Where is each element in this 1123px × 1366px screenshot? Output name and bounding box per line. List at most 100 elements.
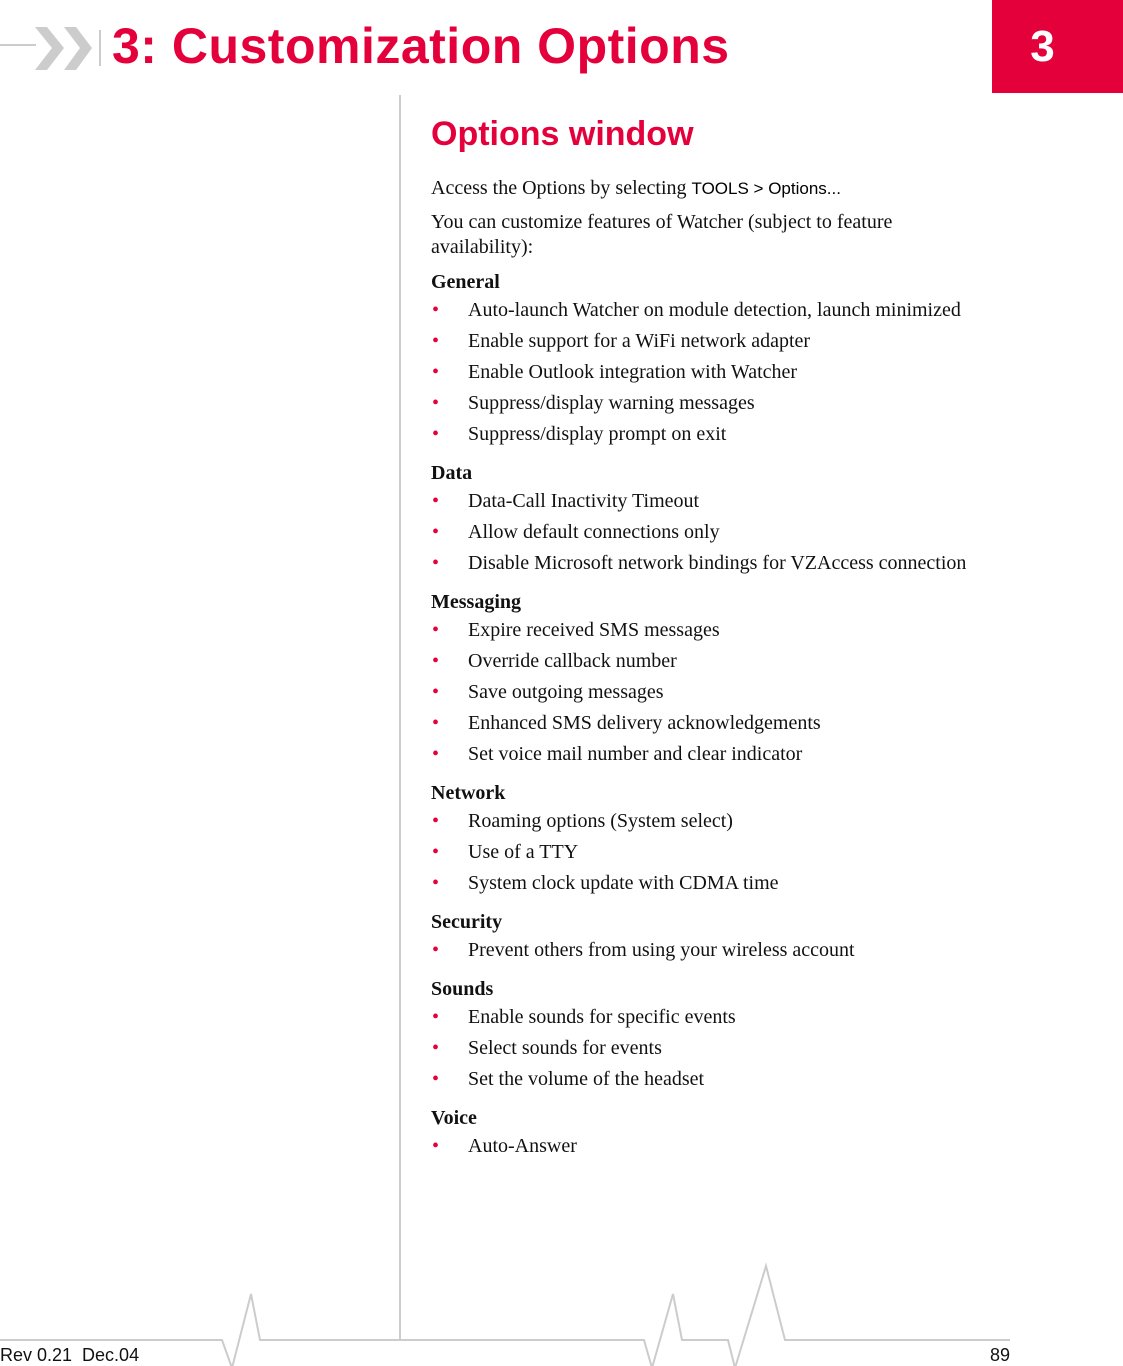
footer-wave-line — [0, 1262, 1010, 1366]
intro-text: Access the Options by selecting — [431, 177, 692, 199]
bullet-icon: • — [432, 841, 440, 863]
bullet-list: • Enable sounds for specific events • Selec… — [431, 1005, 971, 1092]
list-item: • Enable support for a WiFi network adapt… — [431, 329, 971, 354]
page-number: 89 — [989, 1345, 1010, 1365]
list-item-text: Data-Call Inactivity Timeout — [468, 490, 700, 512]
list-item: • Enable Outlook integration with Watcher — [431, 360, 971, 385]
intro-paragraph: Access the Options by selecting TOOLS > … — [431, 176, 971, 201]
option-groups: General • Auto-launch Watcher on module de… — [431, 270, 971, 1159]
bullet-icon: • — [432, 521, 440, 543]
bullet-icon: • — [432, 650, 440, 672]
bullet-icon: • — [432, 810, 440, 832]
bullet-icon: • — [432, 939, 440, 961]
menu-path: TOOLS > Options... — [691, 179, 841, 198]
bullet-list: • Auto-Answer — [431, 1134, 971, 1159]
list-item-text: Auto-Answer — [468, 1135, 577, 1157]
list-item: • Disable Microsoft network bindings for … — [431, 551, 971, 576]
section-title: Options window — [431, 115, 694, 153]
list-item-text: Expire received SMS messages — [468, 619, 720, 641]
chapter-number-tab: 3 — [992, 0, 1123, 93]
list-item: • Allow default connections only — [431, 520, 971, 545]
option-group-messaging: Messaging • Expire received SMS messages • O… — [431, 590, 971, 767]
group-label: Data — [431, 462, 473, 484]
group-label: Security — [431, 911, 503, 933]
main-content: Options window Access the Options by sel… — [431, 108, 971, 1165]
list-item-text: System clock update with CDMA time — [468, 872, 779, 894]
bullet-icon: • — [432, 872, 440, 894]
list-item: • Set voice mail number and clear indicat… — [431, 742, 971, 767]
list-item: • Enable sounds for specific events — [431, 1005, 971, 1030]
list-item-text: Roaming options (System select) — [468, 810, 733, 832]
group-label: Voice — [431, 1107, 477, 1129]
bullet-icon: • — [432, 423, 440, 445]
list-item-text: Disable Microsoft network bindings for V… — [468, 552, 967, 574]
double-chevron-right-icon — [35, 27, 92, 70]
group-label: General — [431, 271, 500, 293]
bullet-icon: • — [432, 619, 440, 641]
list-item: • Expire received SMS messages — [431, 618, 971, 643]
list-item: • Auto-launch Watcher on module detection… — [431, 298, 971, 323]
bullet-icon: • — [432, 1006, 440, 1028]
bullet-list: • Roaming options (System select) • Use of … — [431, 809, 971, 896]
option-group-network: Network • Roaming options (System select) •… — [431, 781, 971, 896]
bullet-icon: • — [432, 361, 440, 383]
group-label: Messaging — [431, 591, 521, 613]
list-item: • Prevent others from using your wireless… — [431, 938, 971, 963]
chapter-title: 3: Customization Options — [112, 18, 730, 74]
bullet-list: • Expire received SMS messages • Override c… — [431, 618, 971, 767]
revision-label: Rev 0.21 Dec.04 — [0, 1345, 140, 1365]
bullet-icon: • — [432, 743, 440, 765]
list-item-text: Auto-launch Watcher on module detection,… — [468, 299, 961, 321]
bullet-list: • Data-Call Inactivity Timeout • Allow defa… — [431, 489, 971, 576]
bullet-icon: • — [432, 330, 440, 352]
bullet-icon: • — [432, 712, 440, 734]
list-item-text: Enable support for a WiFi network adapte… — [468, 330, 811, 352]
list-item: • Set the volume of the headset — [431, 1067, 971, 1092]
column-divider — [399, 95, 401, 1340]
group-label: Network — [431, 782, 506, 804]
bullet-icon: • — [432, 392, 440, 414]
list-item-text: Save outgoing messages — [468, 681, 664, 703]
option-group-general: General • Auto-launch Watcher on module de… — [431, 270, 971, 447]
group-label: Sounds — [431, 978, 494, 1000]
header-decoration — [0, 27, 101, 70]
list-item: • Use of a TTY — [431, 840, 971, 865]
bullet-icon: • — [432, 1068, 440, 1090]
footer-waveform — [0, 1250, 1010, 1366]
bullet-list: • Prevent others from using your wireless… — [431, 938, 971, 963]
option-group-security: Security • Prevent others from using your … — [431, 910, 971, 963]
bullet-icon: • — [432, 552, 440, 574]
list-item: • Suppress/display prompt on exit — [431, 422, 971, 447]
list-item-text: Override callback number — [468, 650, 677, 672]
option-group-data: Data • Data-Call Inactivity Timeout • Allow … — [431, 461, 971, 576]
list-item-text: Enable sounds for specific events — [468, 1006, 736, 1028]
list-item-text: Enhanced SMS delivery acknowledgements — [468, 712, 821, 734]
list-item: • Override callback number — [431, 649, 971, 674]
list-item-text: Suppress/display prompt on exit — [468, 423, 727, 445]
list-item-text: Suppress/display warning messages — [468, 392, 755, 414]
list-item-text: Select sounds for events — [468, 1037, 662, 1059]
list-item: • Enhanced SMS delivery acknowledgements — [431, 711, 971, 736]
list-item-text: Set the volume of the headset — [468, 1068, 705, 1090]
list-item: • Data-Call Inactivity Timeout — [431, 489, 971, 514]
list-item: • Auto-Answer — [431, 1134, 971, 1159]
bullet-icon: • — [432, 1135, 440, 1157]
list-item: • Suppress/display warning messages — [431, 391, 971, 416]
list-item-text: Use of a TTY — [468, 841, 579, 863]
list-item: • Roaming options (System select) — [431, 809, 971, 834]
bullet-icon: • — [432, 1037, 440, 1059]
list-item-text: Set voice mail number and clear indicato… — [468, 743, 803, 765]
list-item: • Select sounds for events — [431, 1036, 971, 1061]
features-paragraph: You can customize features of Watcher (s… — [431, 211, 893, 258]
bullet-icon: • — [432, 490, 440, 512]
bullet-icon: • — [432, 681, 440, 703]
bullet-icon: • — [432, 299, 440, 321]
option-group-voice: Voice • Auto-Answer — [431, 1106, 971, 1159]
list-item-text: Allow default connections only — [468, 521, 720, 543]
list-item-text: Prevent others from using your wireless … — [468, 939, 855, 961]
list-item-text: Enable Outlook integration with Watcher — [468, 361, 798, 383]
list-item: • System clock update with CDMA time — [431, 871, 971, 896]
bullet-list: • Auto-launch Watcher on module detection… — [431, 298, 971, 447]
list-item: • Save outgoing messages — [431, 680, 971, 705]
option-group-sounds: Sounds • Enable sounds for specific events… — [431, 977, 971, 1092]
